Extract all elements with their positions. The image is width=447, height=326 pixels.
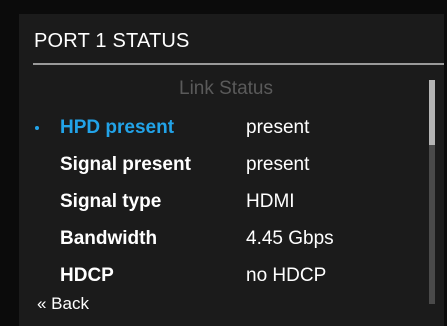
- status-row-hpd-present[interactable]: HPD present present: [19, 114, 429, 151]
- status-label: HDCP: [60, 265, 114, 286]
- status-list: HPD present present Signal present prese…: [19, 114, 429, 299]
- status-label: Bandwidth: [60, 228, 158, 249]
- scrollbar[interactable]: [429, 80, 435, 304]
- status-row-signal-type[interactable]: Signal type HDMI: [19, 188, 429, 225]
- status-value: present: [246, 154, 310, 175]
- selection-bullet-icon: [35, 126, 39, 130]
- status-value: present: [246, 117, 310, 138]
- status-label: HPD present: [60, 117, 175, 138]
- status-label: Signal present: [60, 154, 191, 175]
- back-button[interactable]: « Back: [37, 293, 89, 315]
- title-divider: [33, 63, 444, 65]
- status-row-signal-present[interactable]: Signal present present: [19, 151, 429, 188]
- status-value: 4.45 Gbps: [246, 228, 334, 249]
- device-screen: PORT 1 STATUS Link Status HPD present pr…: [0, 0, 447, 326]
- section-header-link-status: Link Status: [179, 78, 273, 99]
- page-title: PORT 1 STATUS: [34, 30, 190, 52]
- status-label: Signal type: [60, 191, 162, 212]
- scrollbar-thumb[interactable]: [429, 80, 435, 145]
- status-panel: PORT 1 STATUS Link Status HPD present pr…: [19, 14, 444, 326]
- status-value: HDMI: [246, 191, 295, 212]
- status-row-bandwidth[interactable]: Bandwidth 4.45 Gbps: [19, 225, 429, 262]
- status-value: no HDCP: [246, 265, 327, 286]
